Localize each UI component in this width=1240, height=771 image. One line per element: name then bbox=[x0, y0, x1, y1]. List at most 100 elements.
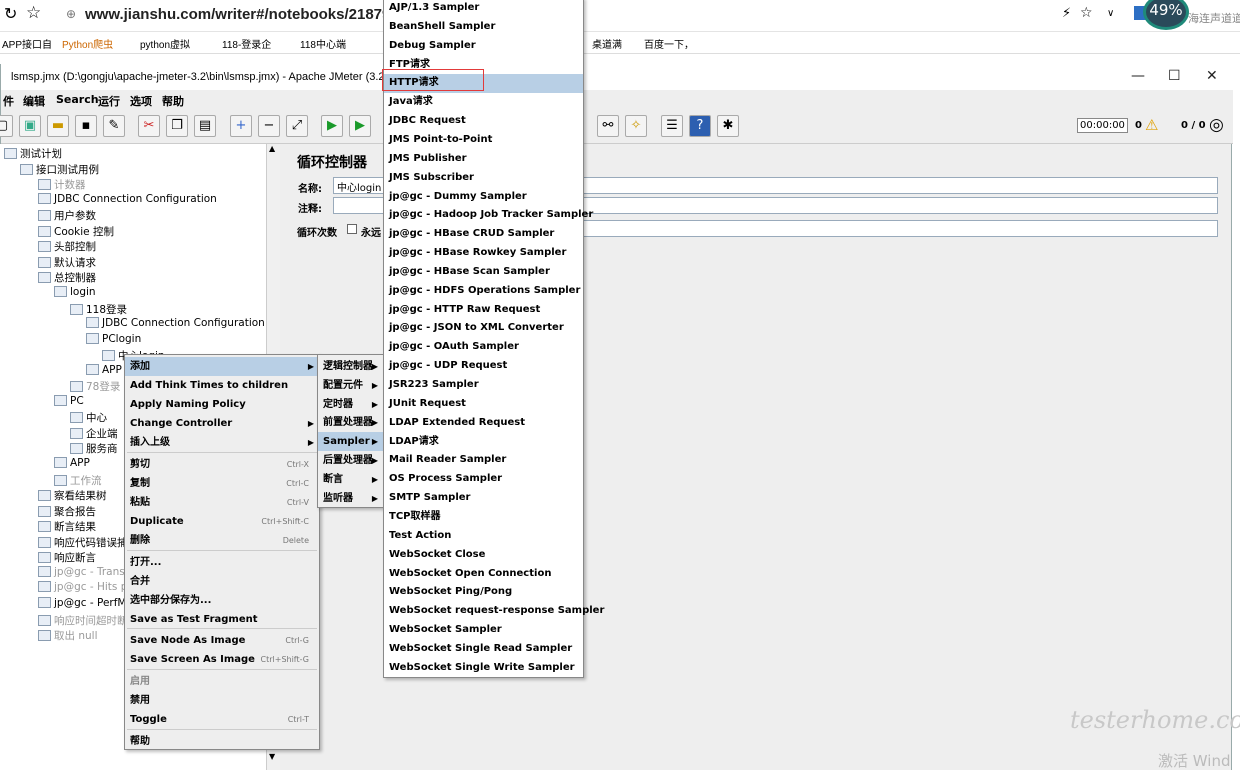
save-icon[interactable]: ▪ bbox=[75, 115, 97, 137]
menu-edit[interactable]: 编辑 bbox=[23, 93, 45, 109]
open-icon[interactable]: ▬ bbox=[47, 115, 69, 137]
tree-node[interactable]: 企业端 bbox=[70, 426, 118, 441]
tree-node[interactable]: Cookie 控制 bbox=[38, 224, 114, 239]
tree-node[interactable]: 默认请求 bbox=[38, 255, 96, 270]
context-menu-item[interactable]: 粘贴 Ctrl-V bbox=[125, 493, 319, 512]
tree-node[interactable]: 取出 null bbox=[38, 628, 97, 643]
sampler-menu-item[interactable]: jp@gc - HBase Rowkey Sampler bbox=[384, 244, 583, 263]
tree-node[interactable]: 察看结果树 bbox=[38, 488, 107, 503]
address-bar[interactable]: www.jianshu.com/writer#/notebooks/218796… bbox=[85, 6, 429, 23]
tree-node[interactable]: login bbox=[54, 285, 96, 298]
sampler-menu-item[interactable]: JSR223 Sampler bbox=[384, 376, 583, 395]
bookmark-star-icon[interactable]: ☆ bbox=[1080, 5, 1093, 21]
context-menu-item[interactable]: Toggle Ctrl-T bbox=[125, 710, 319, 729]
sampler-menu-item[interactable]: WebSocket request-response Sampler bbox=[384, 602, 604, 621]
close-button[interactable]: ✕ bbox=[1206, 68, 1218, 84]
add-submenu-item[interactable]: 后置处理器 ▶ bbox=[318, 451, 383, 470]
sampler-menu-item[interactable]: WebSocket Close bbox=[384, 546, 583, 565]
toggle-icon[interactable]: ⤢ bbox=[286, 115, 308, 137]
sampler-menu-item[interactable]: jp@gc - HBase CRUD Sampler bbox=[384, 225, 583, 244]
menu-file[interactable]: 件 bbox=[3, 93, 14, 109]
tree-node[interactable]: 服务商 bbox=[70, 441, 118, 456]
collapse-icon[interactable]: − bbox=[258, 115, 280, 137]
tree-node[interactable]: 总控制器 bbox=[38, 270, 96, 285]
lightning-icon[interactable]: ⚡ bbox=[1062, 6, 1071, 21]
context-menu-item[interactable]: Change Controller ▶ bbox=[125, 414, 319, 433]
sampler-menu-item[interactable]: OS Process Sampler bbox=[384, 470, 583, 489]
menu-run[interactable]: 运行 bbox=[98, 93, 120, 109]
sampler-menu-item[interactable]: JMS Publisher bbox=[384, 150, 583, 169]
add-submenu-item[interactable]: Sampler ▶ bbox=[318, 432, 383, 452]
context-menu-item[interactable]: 选中部分保存为... bbox=[125, 591, 319, 610]
sampler-menu-item[interactable]: JDBC Request bbox=[384, 112, 583, 131]
tree-node[interactable]: PC bbox=[54, 394, 84, 407]
add-submenu-item[interactable]: 定时器 ▶ bbox=[318, 395, 383, 414]
sampler-menu-item[interactable]: jp@gc - HBase Scan Sampler bbox=[384, 263, 583, 282]
tree-node[interactable]: jp@gc - Hits pe bbox=[38, 581, 134, 593]
star-icon[interactable]: ☆ bbox=[26, 3, 41, 23]
paste-icon[interactable]: ▤ bbox=[194, 115, 216, 137]
context-menu-item[interactable]: Save Node As Image Ctrl-G bbox=[125, 631, 319, 650]
sampler-menu-item[interactable]: WebSocket Ping/Pong bbox=[384, 583, 583, 602]
templates-icon[interactable]: ▣ bbox=[19, 115, 41, 137]
context-menu-item[interactable]: 打开... bbox=[125, 553, 319, 572]
warning-icon[interactable]: ⚠ bbox=[1145, 116, 1158, 134]
add-submenu-item[interactable]: 监听器 ▶ bbox=[318, 489, 383, 508]
scroll-down-icon[interactable]: ▼ bbox=[269, 752, 275, 761]
context-menu-item[interactable]: 添加 ▶ bbox=[125, 357, 319, 376]
sampler-menu-item[interactable]: SMTP Sampler bbox=[384, 489, 583, 508]
forever-checkbox[interactable] bbox=[347, 224, 357, 234]
function-list-icon[interactable]: ☰ bbox=[661, 115, 683, 137]
remote-icon[interactable]: ✱ bbox=[717, 115, 739, 137]
sampler-menu-item[interactable]: LDAP请求 bbox=[384, 433, 583, 452]
loop-count-field[interactable] bbox=[550, 220, 1218, 237]
sampler-menu-item[interactable]: jp@gc - OAuth Sampler bbox=[384, 338, 583, 357]
tree-node[interactable]: 工作流 bbox=[54, 473, 102, 488]
tree-node[interactable]: 聚合报告 bbox=[38, 504, 96, 519]
expand-icon[interactable]: + bbox=[230, 115, 252, 137]
copy-icon[interactable]: ❐ bbox=[166, 115, 188, 137]
sampler-menu-item[interactable]: BeanShell Sampler bbox=[384, 18, 583, 37]
sampler-menu-item[interactable]: JMS Point-to-Point bbox=[384, 131, 583, 150]
tree-node[interactable]: jp@gc - PerfMo bbox=[38, 596, 133, 609]
add-submenu-item[interactable]: 逻辑控制器 ▶ bbox=[318, 357, 383, 376]
tree-node[interactable]: 响应时间超时断 bbox=[38, 613, 128, 628]
tree-node[interactable]: 中心 bbox=[70, 410, 107, 425]
context-menu-item[interactable]: Save Screen As Image Ctrl+Shift-G bbox=[125, 650, 319, 669]
sampler-menu-item[interactable]: AJP/1.3 Sampler bbox=[384, 0, 583, 18]
sampler-menu-item[interactable]: jp@gc - HDFS Operations Sampler bbox=[384, 282, 583, 301]
add-submenu-item[interactable]: 断言 ▶ bbox=[318, 470, 383, 489]
back-icon[interactable]: ↻ bbox=[4, 4, 17, 23]
context-menu-item[interactable]: 剪切 Ctrl-X bbox=[125, 455, 319, 474]
context-menu-item[interactable]: Apply Naming Policy bbox=[125, 395, 319, 414]
tree-node[interactable]: JDBC Connection Configuration bbox=[86, 317, 265, 329]
save-as-icon[interactable]: ✎ bbox=[103, 115, 125, 137]
start-icon[interactable]: ▶ bbox=[321, 115, 343, 137]
menu-options[interactable]: 选项 bbox=[130, 93, 152, 109]
tree-node[interactable]: 计数器 bbox=[38, 177, 86, 192]
sampler-menu-item[interactable]: jp@gc - HTTP Raw Request bbox=[384, 301, 583, 320]
tree-node[interactable]: 头部控制 bbox=[38, 239, 96, 254]
sampler-menu-item[interactable]: Mail Reader Sampler bbox=[384, 451, 583, 470]
sampler-menu-item[interactable]: LDAP Extended Request bbox=[384, 414, 583, 433]
sampler-menu-item[interactable]: WebSocket Sampler bbox=[384, 621, 583, 640]
context-menu-item[interactable]: 删除 Delete bbox=[125, 531, 319, 550]
chevron-down-icon[interactable]: ∨ bbox=[1107, 8, 1114, 19]
context-menu-item[interactable]: 禁用 bbox=[125, 691, 319, 710]
context-menu-item[interactable]: Duplicate Ctrl+Shift-C bbox=[125, 512, 319, 531]
start-no-pause-icon[interactable]: ▶ bbox=[349, 115, 371, 137]
tree-node[interactable]: 118登录 bbox=[70, 302, 127, 317]
sampler-menu-item[interactable]: JMS Subscriber bbox=[384, 169, 583, 188]
sampler-menu-item[interactable]: jp@gc - Hadoop Job Tracker Sampler bbox=[384, 206, 593, 225]
sampler-menu-item[interactable]: jp@gc - JSON to XML Converter bbox=[384, 319, 583, 338]
context-menu-item[interactable]: 合并 bbox=[125, 572, 319, 591]
sampler-menu-item[interactable]: WebSocket Single Write Sampler bbox=[384, 659, 583, 678]
sampler-menu-item[interactable]: Debug Sampler bbox=[384, 37, 583, 56]
tree-node[interactable]: 接口测试用例 bbox=[20, 162, 99, 177]
tree-node[interactable]: 用户参数 bbox=[38, 208, 96, 223]
bookmark-item[interactable]: python虚拟 bbox=[140, 36, 190, 51]
add-submenu-item[interactable]: 配置元件 ▶ bbox=[318, 376, 383, 395]
sampler-menu-item[interactable]: Java请求 bbox=[384, 93, 583, 112]
bookmark-item[interactable]: APP接口自 bbox=[2, 36, 52, 51]
tree-node[interactable]: APP bbox=[54, 457, 90, 469]
